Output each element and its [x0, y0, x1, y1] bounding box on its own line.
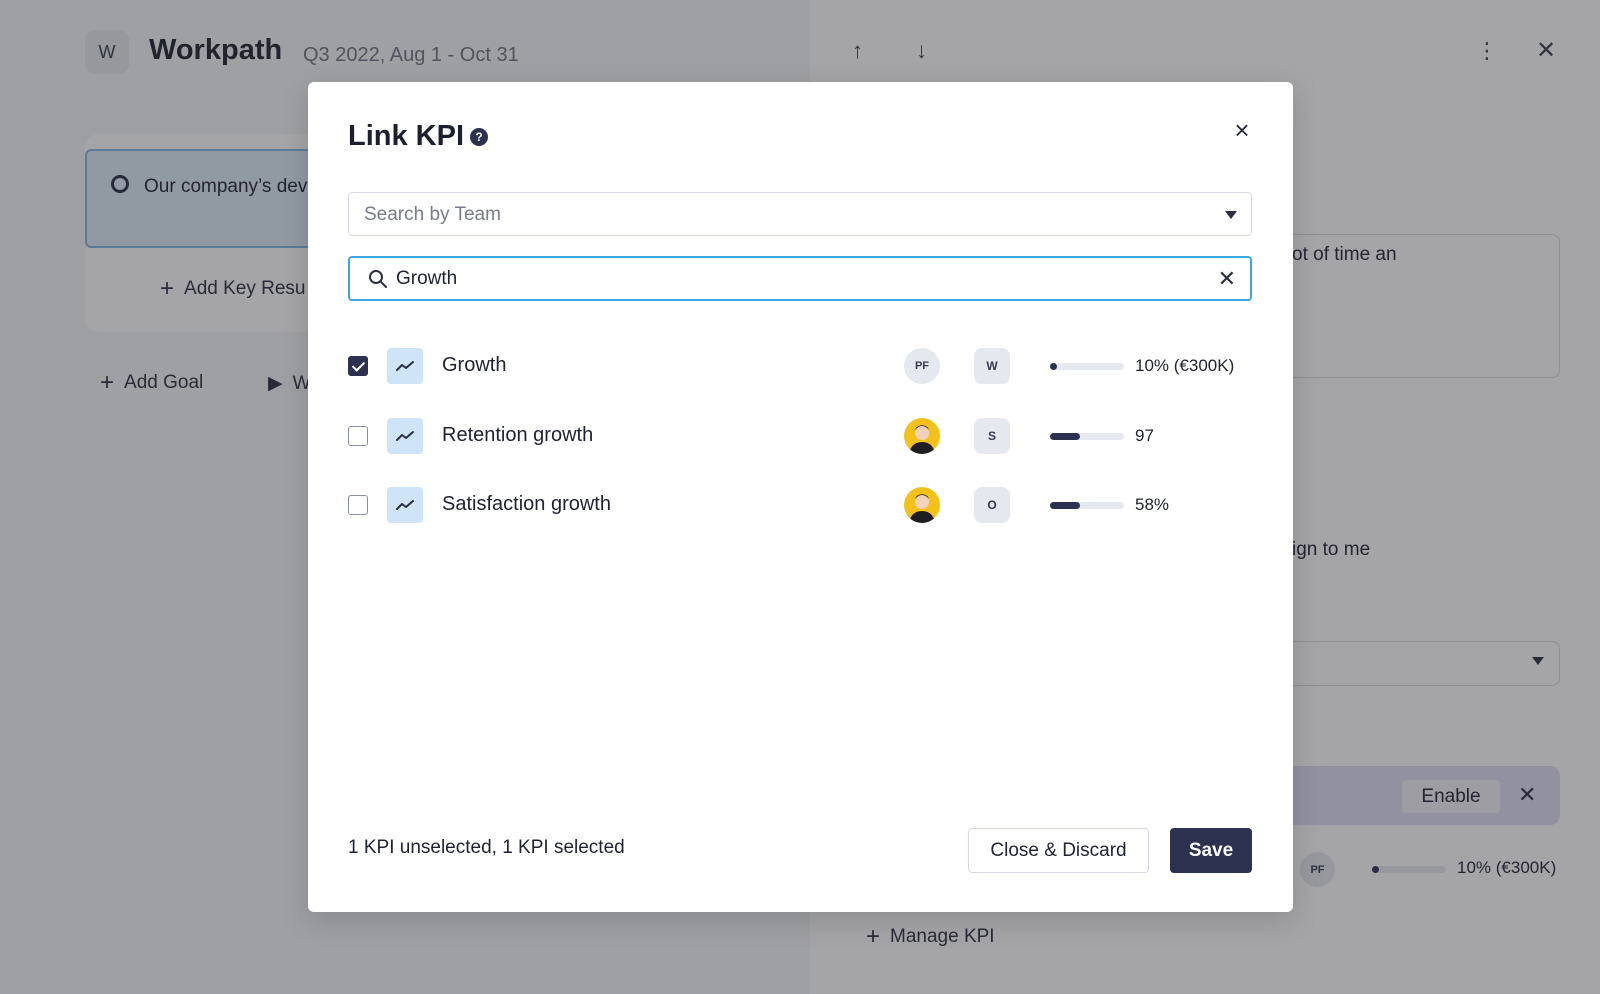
kpi-name: Satisfaction growth	[442, 493, 611, 515]
kpi-progress-fill	[1050, 363, 1058, 370]
search-input[interactable]	[396, 264, 1196, 293]
kpi-progress-bar	[1050, 433, 1124, 440]
kpi-name: Retention growth	[442, 424, 594, 446]
team-badge: W	[974, 348, 1010, 384]
trend-icon	[387, 487, 423, 523]
help-icon[interactable]: ?	[470, 128, 488, 146]
team-badge: S	[974, 418, 1010, 454]
kpi-search[interactable]: ✕	[348, 256, 1252, 301]
save-button[interactable]: Save	[1170, 828, 1252, 873]
kpi-checkbox[interactable]	[348, 495, 368, 515]
kpi-progress-fill	[1050, 433, 1080, 440]
trend-icon	[387, 348, 423, 384]
clear-icon[interactable]: ✕	[1218, 266, 1236, 292]
team-badge: O	[974, 487, 1010, 523]
kpi-value: 97	[1135, 426, 1154, 445]
modal-title: Link KPI	[348, 120, 465, 152]
kpi-value: 10% (€300K)	[1135, 356, 1235, 375]
team-select-placeholder: Search by Team	[364, 204, 501, 225]
kpi-value: 58%	[1135, 495, 1170, 514]
link-kpi-modal: Link KPI ? × Search by Team ✕ Growth PF W 1…	[308, 82, 1293, 912]
kpi-progress-fill	[1050, 502, 1080, 509]
close-icon[interactable]: ×	[1228, 116, 1256, 144]
kpi-progress-bar	[1050, 502, 1124, 509]
owner-avatar	[904, 418, 940, 454]
kpi-row[interactable]: Growth PF W 10% (€300K)	[348, 344, 1252, 388]
search-icon	[369, 270, 387, 288]
kpi-checkbox[interactable]	[348, 426, 368, 446]
chevron-down-icon	[1225, 211, 1237, 219]
kpi-row[interactable]: Satisfaction growth O 58%	[348, 483, 1252, 527]
kpi-name: Growth	[442, 354, 507, 376]
owner-avatar: PF	[904, 348, 940, 384]
close-discard-button[interactable]: Close & Discard	[968, 828, 1149, 873]
kpi-checkbox[interactable]	[348, 356, 368, 376]
team-select[interactable]: Search by Team	[348, 192, 1252, 236]
kpi-progress-bar	[1050, 363, 1124, 370]
trend-icon	[387, 418, 423, 454]
kpi-row[interactable]: Retention growth S 97	[348, 414, 1252, 458]
owner-avatar	[904, 487, 940, 523]
selection-status: 1 KPI unselected, 1 KPI selected	[348, 837, 625, 858]
